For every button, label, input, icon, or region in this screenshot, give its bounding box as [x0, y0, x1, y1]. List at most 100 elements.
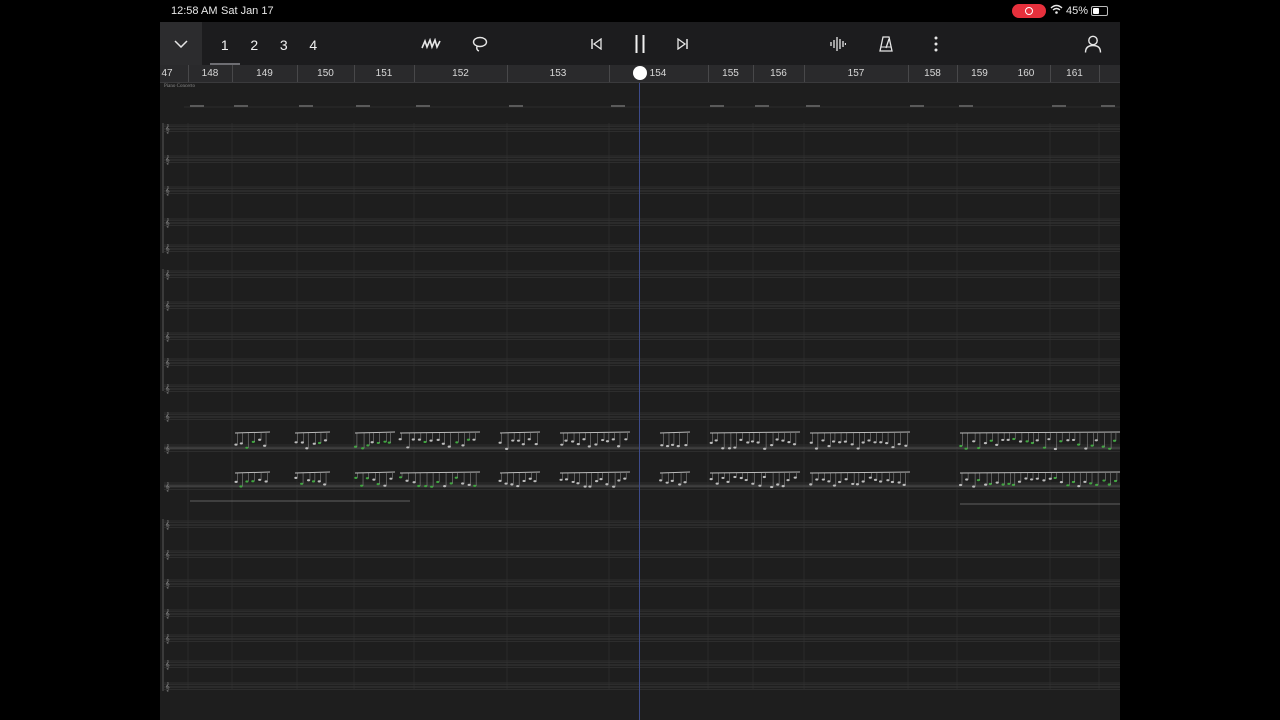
measure-label[interactable]: 151 — [354, 65, 414, 82]
note-head — [411, 438, 415, 441]
note-head — [611, 438, 615, 441]
page-tab-3[interactable]: 3 — [269, 22, 299, 65]
note-head — [902, 483, 906, 486]
note-head — [612, 485, 616, 488]
measure-label[interactable]: 161 — [1050, 65, 1099, 82]
collapse-button[interactable] — [160, 22, 202, 65]
user-icon[interactable] — [1082, 33, 1104, 55]
note-head — [449, 482, 453, 485]
measure-label[interactable]: 157 — [804, 65, 908, 82]
note-head — [770, 444, 774, 447]
skip-back-icon[interactable] — [585, 33, 607, 55]
note-head — [821, 478, 825, 481]
playhead-handle[interactable] — [633, 66, 647, 80]
note-head — [234, 480, 238, 483]
note-head — [498, 441, 502, 444]
measure-label[interactable]: 156 — [753, 65, 804, 82]
score-staves: 𝄞 𝄞 𝄞 𝄞 𝄞 𝄞 𝄞 𝄞 𝄞 𝄞 𝄞 𝄞 𝄞 𝄞 𝄞 𝄞 𝄞 𝄞 𝄞 𝄞 — [162, 105, 1120, 691]
page-tab-4[interactable]: 4 — [299, 22, 329, 65]
note-head — [989, 439, 993, 442]
note-head — [383, 440, 387, 443]
note-head — [850, 443, 854, 446]
tempo-mark — [509, 105, 523, 107]
screen-record-icon[interactable] — [1012, 4, 1046, 18]
lasso-icon[interactable] — [469, 33, 491, 55]
note-head — [300, 482, 304, 485]
measure-label[interactable]: 160 — [1002, 65, 1050, 82]
note-head — [793, 476, 797, 479]
metronome-icon[interactable] — [875, 33, 897, 55]
note-head — [983, 442, 988, 445]
skip-forward-icon[interactable] — [672, 33, 694, 55]
tempo-mark — [1052, 105, 1066, 107]
note-head — [504, 482, 508, 485]
clef-icon: 𝄞 — [165, 270, 170, 279]
measure-label[interactable]: 150 — [297, 65, 354, 82]
measure-label-current[interactable]: 154 — [647, 65, 669, 82]
note-head — [387, 441, 391, 444]
measure-label[interactable]: 152 — [414, 65, 507, 82]
note-head — [399, 476, 403, 479]
note-beam — [499, 431, 541, 434]
handwriting-icon[interactable] — [420, 33, 442, 55]
clef-icon: 𝄞 — [165, 660, 170, 669]
measure-label[interactable]: 149 — [232, 65, 297, 82]
note-head — [1094, 439, 1098, 442]
note-beam — [354, 471, 396, 474]
note-head — [234, 443, 238, 446]
page-tabs: 1 2 3 4 — [210, 22, 328, 65]
measure-label[interactable]: 159 — [957, 65, 1002, 82]
measure-label[interactable]: 148 — [188, 65, 232, 82]
tempo-mark — [959, 105, 973, 107]
clef-icon: 𝄞 — [165, 482, 170, 491]
measure-label[interactable]: 155 — [708, 65, 753, 82]
note-head — [317, 480, 321, 483]
page-tab-2[interactable]: 2 — [240, 22, 270, 65]
clef-icon: 𝄞 — [165, 244, 170, 253]
note-head — [528, 477, 532, 480]
note-head — [365, 477, 369, 480]
pause-button[interactable] — [629, 33, 651, 55]
staff — [164, 520, 1120, 528]
note-head — [560, 443, 564, 446]
note-head — [676, 444, 680, 448]
note-head — [843, 440, 848, 443]
measure-timeline[interactable]: 47 148 149 150 151 152 153 154 155 156 1… — [160, 65, 1120, 83]
measure-label[interactable]: 158 — [908, 65, 957, 82]
note-head — [838, 480, 842, 484]
waveform-icon[interactable] — [827, 33, 849, 55]
note-head — [751, 482, 755, 485]
clef-icon: 𝄞 — [165, 609, 170, 618]
note-beam — [559, 431, 631, 434]
staff — [164, 332, 1120, 340]
note-head — [762, 475, 766, 479]
note-head — [417, 438, 422, 441]
note-head — [294, 441, 298, 444]
note-head — [406, 446, 410, 449]
measure-label[interactable]: 47 — [160, 65, 174, 82]
note-head — [1017, 480, 1022, 483]
clef-icon: 𝄞 — [165, 520, 170, 529]
note-head — [245, 480, 249, 483]
page-tab-1[interactable]: 1 — [210, 22, 240, 65]
note-head — [727, 447, 732, 450]
note-head — [616, 445, 621, 448]
playhead-line — [639, 83, 640, 720]
note-head — [678, 483, 682, 486]
note-head — [1001, 483, 1005, 486]
staff — [164, 412, 1120, 420]
note-head — [984, 483, 988, 486]
note-head — [684, 443, 688, 447]
more-icon[interactable] — [925, 33, 947, 55]
clef-icon: 𝄞 — [165, 579, 170, 588]
note-head — [1071, 480, 1075, 484]
note-head — [361, 447, 365, 450]
score-canvas[interactable]: Piano Concerto 𝄞 𝄞 𝄞 𝄞 𝄞 𝄞 𝄞 𝄞 𝄞 𝄞 𝄞 𝄞 𝄞 𝄞 𝄞 𝄞 𝄞 𝄞 𝄞 𝄞 — [160, 83, 1120, 720]
note-head — [1011, 483, 1016, 486]
measure-label[interactable]: 153 — [507, 65, 609, 82]
tempo-mark — [299, 105, 313, 107]
note-head — [809, 483, 813, 486]
note-head — [498, 479, 502, 482]
note-head — [868, 476, 872, 479]
note-head — [814, 447, 819, 450]
